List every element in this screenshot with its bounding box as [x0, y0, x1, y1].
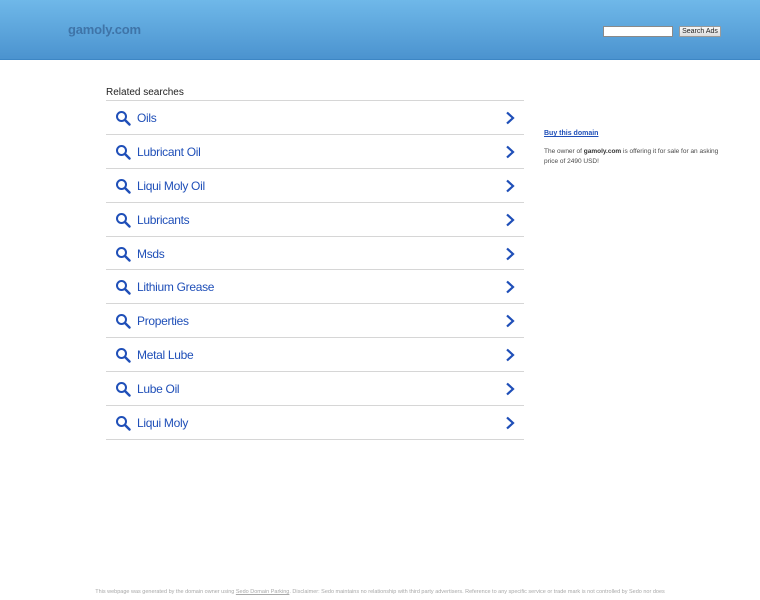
chevron-right-icon	[506, 111, 515, 125]
search-icon	[116, 382, 131, 397]
chevron-right-icon	[506, 348, 515, 362]
chevron-right-icon	[506, 382, 515, 396]
related-item-label: Properties	[137, 314, 189, 329]
search-icon	[116, 246, 131, 262]
related-item-lube-oil[interactable]: Lube Oil	[106, 372, 524, 407]
chevron-right-icon	[506, 145, 515, 159]
search-icon	[116, 348, 131, 363]
domain-title: gamoly.com	[68, 22, 141, 37]
chevron-right-icon	[506, 281, 515, 294]
search-icon	[116, 178, 131, 194]
related-item-metal-lube[interactable]: Metal Lube	[106, 338, 524, 373]
related-item-lithium-grease[interactable]: Lithium Grease	[106, 270, 524, 305]
related-item-lubricants[interactable]: Lubricants	[106, 203, 524, 237]
footer-suffix: . Disclaimer: Sedo maintains no relation…	[289, 589, 665, 595]
related-item-label: Lubricants	[137, 212, 190, 227]
related-item-liqui-moly[interactable]: Liqui Moly	[106, 406, 524, 440]
search-icon	[116, 280, 131, 296]
related-searches-list: Oils Lubricant Oil Liqui Moly Oil Lubric…	[106, 100, 524, 440]
search-icon	[116, 212, 131, 228]
footer-prefix: This webpage was generated by the domain…	[95, 589, 236, 595]
related-item-label: Msds	[137, 246, 165, 261]
header-bar: gamoly.com Search Ads	[0, 0, 760, 60]
related-item-properties[interactable]: Properties	[106, 304, 524, 339]
chevron-right-icon	[506, 213, 515, 226]
sale-text-prefix: The owner of	[544, 148, 584, 155]
related-item-label: Liqui Moly	[137, 416, 189, 431]
buy-domain-link[interactable]: Buy this domain	[544, 130, 729, 137]
footer-disclaimer: This webpage was generated by the domain…	[0, 589, 760, 600]
sale-domain-name: gamoly.com	[583, 148, 622, 155]
related-item-label: Oils	[137, 111, 157, 125]
sale-description: The owner of gamoly.com is offering it f…	[544, 147, 729, 167]
search-icon	[116, 416, 131, 431]
sedo-parking-link[interactable]: Sedo Domain Parking	[236, 589, 290, 595]
chevron-right-icon	[506, 315, 515, 328]
search-input[interactable]	[603, 26, 673, 37]
related-item-liqui-moly-oil[interactable]: Liqui Moly Oil	[106, 169, 524, 203]
domain-sale-sidebar: Buy this domain The owner of gamoly.com …	[544, 130, 729, 167]
related-item-label: Metal Lube	[137, 348, 194, 363]
related-searches-heading: Related searches	[106, 87, 184, 98]
related-item-lubricant-oil[interactable]: Lubricant Oil	[106, 135, 524, 169]
search-icon	[116, 111, 131, 126]
chevron-right-icon	[506, 179, 515, 193]
search-icon	[116, 314, 131, 330]
search-icon	[116, 144, 131, 160]
related-item-label: Lubricant Oil	[137, 144, 201, 159]
related-item-label: Lube Oil	[137, 382, 180, 397]
chevron-right-icon	[506, 247, 515, 260]
related-item-msds[interactable]: Msds	[106, 237, 524, 271]
chevron-right-icon	[506, 416, 515, 430]
search-ads-button[interactable]: Search Ads	[679, 26, 721, 37]
related-item-oils[interactable]: Oils	[106, 101, 524, 135]
related-item-label: Lithium Grease	[137, 280, 215, 295]
related-item-label: Liqui Moly Oil	[137, 178, 205, 193]
